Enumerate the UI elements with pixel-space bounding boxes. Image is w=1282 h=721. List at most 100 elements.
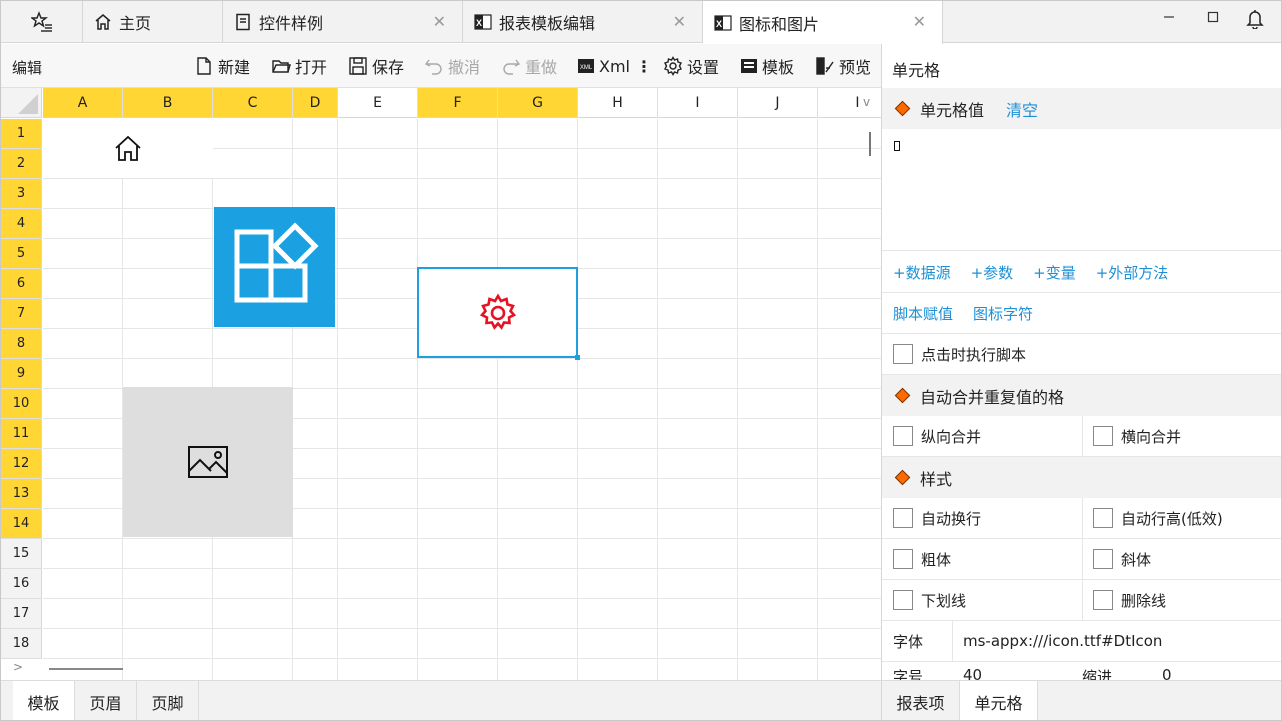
tab-report-template-edit[interactable]: X 报表模板编辑 ✕ [463, 1, 703, 43]
tab-cell[interactable]: 单元格 [960, 681, 1038, 720]
template-button[interactable]: 模板 [740, 55, 794, 77]
column-header-i[interactable]: I [658, 88, 738, 118]
merge-horizontal-checkbox[interactable]: 横向合并 [1093, 426, 1181, 447]
add-variable-link[interactable]: +变量 [1033, 262, 1076, 283]
selected-cell-gear[interactable] [417, 267, 580, 360]
vertical-scrollbar[interactable] [869, 132, 871, 156]
tab-footer[interactable]: 页脚 [137, 681, 199, 720]
bold-checkbox[interactable]: 粗体 [893, 549, 951, 570]
script-assign-link[interactable]: 脚本赋值 [893, 303, 953, 324]
add-parameter-link[interactable]: +参数 [971, 262, 1014, 283]
gear-icon [664, 56, 682, 76]
redo-button[interactable]: 重做 [501, 55, 557, 77]
tab-icons-and-images[interactable]: X 图标和图片 ✕ [703, 1, 943, 44]
grid-row-line [43, 538, 881, 539]
spreadsheet-grid[interactable]: ABCDEFGHIJI 1 2 3 4 5 6 7 8 9 10 11 12 13 14 15 16 17 18 … [1, 88, 881, 680]
tab-control-samples[interactable]: 控件样例 ✕ [223, 1, 463, 43]
tab-report-item[interactable]: 报表项 [882, 681, 960, 720]
add-external-method-link[interactable]: +外部方法 [1096, 262, 1169, 283]
tab-template[interactable]: 模板 [13, 681, 75, 720]
image-placeholder-cell[interactable] [123, 387, 293, 537]
bell-icon[interactable] [1245, 9, 1265, 29]
auto-height-checkbox[interactable]: 自动行高(低效) [1093, 508, 1223, 529]
close-icon[interactable]: ✕ [913, 12, 926, 31]
merge-vertical-checkbox[interactable]: 纵向合并 [893, 426, 981, 447]
grid-row-line [43, 358, 881, 359]
add-datasource-link[interactable]: +数据源 [893, 262, 951, 283]
auto-wrap-checkbox[interactable]: 自动换行 [893, 508, 981, 529]
xml-icon: XML [578, 59, 594, 73]
row-header-18[interactable]: 18 [1, 629, 42, 659]
row-header-8[interactable]: 8 [1, 329, 42, 359]
settings-button[interactable]: 设置 [663, 55, 719, 77]
maximize-icon[interactable] [1203, 7, 1223, 27]
preview-label: 预览 [839, 58, 872, 77]
menu-button[interactable] [1, 1, 83, 43]
row-header-14[interactable]: 14 [1, 509, 42, 539]
row-header-11[interactable]: 11 [1, 419, 42, 449]
divider [1082, 498, 1083, 539]
row-header-17[interactable]: 17 [1, 599, 42, 629]
row-header-4[interactable]: 4 [1, 209, 42, 239]
column-header-g[interactable]: G [498, 88, 578, 118]
row-header-7[interactable]: 7 [1, 299, 42, 329]
grid-column-line [337, 119, 338, 680]
row-header-10[interactable]: 10 [1, 389, 42, 419]
column-scroll-indicator[interactable]: v [863, 95, 870, 109]
new-file-icon [197, 57, 211, 75]
checkbox-label: 删除线 [1121, 591, 1167, 610]
strikethrough-checkbox[interactable]: 删除线 [1093, 590, 1166, 611]
row-header-5[interactable]: 5 [1, 239, 42, 269]
row-header-3[interactable]: 3 [1, 179, 42, 209]
fill-handle[interactable] [575, 355, 580, 360]
undo-button[interactable]: 撤消 [424, 55, 480, 77]
save-button[interactable]: 保存 [348, 55, 404, 77]
row-header-9[interactable]: 9 [1, 359, 42, 389]
horizontal-scrollbar[interactable] [49, 668, 123, 670]
tiles-icon-cell[interactable] [214, 207, 335, 327]
column-header-e[interactable]: E [338, 88, 418, 118]
close-icon[interactable]: ✕ [673, 12, 686, 31]
exec-script-checkbox[interactable]: 点击时执行脚本 [893, 344, 1026, 365]
italic-checkbox[interactable]: 斜体 [1093, 549, 1151, 570]
more-icon[interactable]: ⋮ [636, 57, 652, 76]
column-header-h[interactable]: H [578, 88, 658, 118]
column-header-d[interactable]: D [293, 88, 338, 118]
minimize-icon[interactable] [1159, 7, 1179, 27]
column-header-c[interactable]: C [213, 88, 293, 118]
row-header-2[interactable]: 2 [1, 149, 42, 179]
select-all-corner[interactable] [1, 88, 42, 118]
indent-input[interactable]: 0 [1162, 666, 1172, 680]
row-header-6[interactable]: 6 [1, 269, 42, 299]
row-header-16[interactable]: 16 [1, 569, 42, 599]
row-header-15[interactable]: 15 [1, 539, 42, 569]
cell-value-textbox[interactable] [882, 129, 1281, 251]
xml-button[interactable]: XML Xml ⋮ [577, 55, 652, 77]
column-header-a[interactable]: A [43, 88, 123, 118]
column-header-i[interactable]: I [818, 88, 881, 118]
clear-link[interactable]: 清空 [1006, 97, 1038, 121]
image-icon [188, 446, 228, 478]
home-icon-cell[interactable] [43, 119, 213, 178]
row-scroll-indicator[interactable]: > [13, 660, 23, 674]
row-header-1[interactable]: 1 [1, 119, 42, 149]
new-button[interactable]: 新建 [194, 55, 250, 77]
column-header-j[interactable]: J [738, 88, 818, 118]
underline-checkbox[interactable]: 下划线 [893, 590, 966, 611]
column-header-f[interactable]: F [418, 88, 498, 118]
column-header-b[interactable]: B [123, 88, 213, 118]
close-icon[interactable]: ✕ [433, 12, 446, 31]
divider [1082, 539, 1083, 580]
tab-header[interactable]: 页眉 [75, 681, 137, 720]
icon-char-link[interactable]: 图标字符 [973, 303, 1033, 324]
preview-button[interactable]: 预览 [815, 55, 871, 77]
excel-icon: X [713, 13, 733, 33]
save-icon [349, 57, 367, 75]
size-input[interactable]: 40 [963, 666, 982, 680]
font-input[interactable]: ms-appx:///icon.ttf#DtIcon [963, 632, 1162, 650]
open-button[interactable]: 打开 [271, 55, 327, 77]
diamond-icon [894, 469, 911, 486]
row-header-13[interactable]: 13 [1, 479, 42, 509]
tab-home[interactable]: 主页 [83, 1, 223, 43]
row-header-12[interactable]: 12 [1, 449, 42, 479]
